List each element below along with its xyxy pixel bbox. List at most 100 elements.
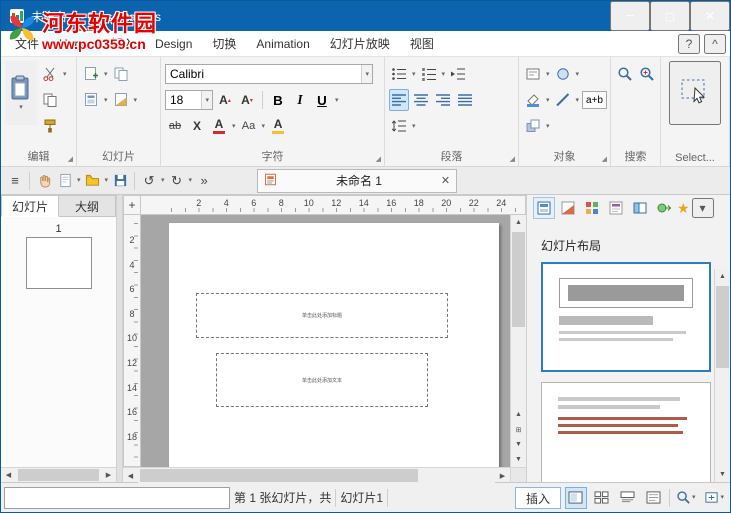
ruler-origin-box[interactable]: + — [123, 195, 141, 215]
scrollbar-thumb[interactable] — [512, 232, 525, 327]
view-sorter-button[interactable] — [591, 487, 613, 509]
paragraph-dialog-launcher[interactable]: ◢ — [510, 156, 515, 163]
font-name-input[interactable] — [166, 67, 362, 81]
shrink-font-button[interactable]: A ▾ — [237, 89, 257, 111]
menu-tab[interactable]: Design — [145, 33, 202, 55]
menu-tab[interactable]: 插入 — [101, 31, 145, 56]
vertical-ruler[interactable]: 2 4 6 8 10 12 14 16 18 — [123, 215, 141, 467]
insert-textframe-button[interactable] — [523, 63, 543, 85]
panel-horizontal-scrollbar[interactable]: ◀ ▶ — [1, 467, 116, 482]
pane-color-schemes-icon[interactable] — [581, 197, 603, 219]
change-case-dropdown[interactable]: ▾ — [261, 123, 267, 130]
horizontal-ruler[interactable]: 2 4 6 8 10 12 14 16 18 20 22 24 — [141, 195, 526, 215]
character-dialog-launcher[interactable]: ◢ — [376, 156, 381, 163]
scroll-up-button[interactable]: ▲ — [715, 269, 730, 284]
strikethrough-button[interactable]: ab — [165, 115, 185, 137]
view-notes-button[interactable] — [617, 487, 639, 509]
highlight-button[interactable]: A — [268, 115, 288, 137]
scroll-up-button[interactable]: ▲ — [511, 215, 526, 230]
next-slide-button[interactable]: ▼ — [511, 437, 526, 452]
new-slide-button[interactable] — [81, 63, 101, 85]
document-tab[interactable]: 未命名 1 ✕ — [257, 168, 458, 193]
font-size-input[interactable] — [166, 93, 202, 107]
redo-button[interactable]: ↻ — [167, 170, 187, 192]
indent-button[interactable] — [448, 63, 468, 85]
insert-shape-dropdown[interactable]: ▾ — [575, 71, 581, 78]
panel-tab[interactable]: 大纲 — [59, 195, 116, 217]
superscript-button[interactable]: X — [187, 115, 207, 137]
font-name-combo[interactable]: ▾ — [165, 64, 373, 84]
minimize-button[interactable]: ─ — [610, 1, 650, 31]
paste-button[interactable]: ▾ — [5, 61, 37, 125]
slide-layout-dropdown[interactable]: ▾ — [103, 97, 109, 104]
save-button[interactable] — [110, 170, 130, 192]
help-button[interactable]: ? — [678, 33, 700, 54]
change-case-button[interactable]: Aa — [239, 115, 259, 137]
redo-dropdown[interactable]: ▾ — [188, 177, 194, 184]
insert-shape-button[interactable] — [553, 63, 573, 85]
menu-tab[interactable]: 幻灯片放映 — [320, 31, 400, 56]
line-color-dropdown[interactable]: ▾ — [575, 97, 581, 104]
line-color-button[interactable] — [553, 89, 573, 111]
zoom-button[interactable]: ▾ — [674, 487, 699, 509]
find-button[interactable] — [615, 63, 635, 85]
maximize-button[interactable]: ▢ — [650, 1, 690, 31]
align-justify-button[interactable] — [455, 89, 475, 111]
bold-button[interactable]: B — [268, 89, 288, 111]
font-size-dropdown[interactable]: ▾ — [201, 91, 212, 109]
menu-tab[interactable]: 视图 — [400, 31, 444, 56]
scroll-right-button[interactable]: ▶ — [495, 468, 510, 483]
previous-slide-button[interactable]: ▲ — [511, 407, 526, 422]
new-slide-dropdown[interactable]: ▾ — [103, 71, 109, 78]
fill-color-button[interactable] — [523, 89, 543, 111]
autoshape-text-button[interactable]: a+b — [582, 91, 607, 109]
scrollbar-thumb[interactable] — [716, 286, 729, 369]
menu-button[interactable]: ≡ — [5, 170, 25, 192]
layout-option-title[interactable] — [541, 262, 711, 372]
font-color-button[interactable]: A — [209, 115, 229, 137]
scroll-right-button[interactable]: ▶ — [101, 468, 116, 482]
document-tab-close[interactable]: ✕ — [441, 174, 450, 187]
undo-button[interactable]: ↺ — [139, 170, 159, 192]
replace-button[interactable] — [637, 63, 657, 85]
grow-font-button[interactable]: A ▴ — [215, 89, 235, 111]
underline-dropdown[interactable]: ▾ — [334, 97, 340, 104]
favorites-star-icon[interactable]: ★ — [677, 200, 690, 217]
scrollbar-thumb[interactable] — [18, 469, 99, 481]
line-spacing-dropdown[interactable]: ▾ — [411, 123, 417, 130]
insert-mode-toggle[interactable]: 插入 — [514, 486, 561, 509]
slide-canvas[interactable]: 单击此处添加标题 单击此处添加文本 — [141, 215, 510, 467]
pane-designs-icon[interactable] — [557, 197, 579, 219]
menu-tab[interactable]: 切换 — [202, 31, 246, 56]
menu-tab[interactable]: 文件 — [5, 31, 49, 56]
format-painter-button[interactable] — [40, 115, 60, 137]
bullet-list-button[interactable] — [389, 63, 409, 85]
scroll-down-button[interactable]: ▼ — [715, 467, 730, 482]
objects-dialog-launcher[interactable]: ◢ — [602, 156, 607, 163]
insert-textframe-dropdown[interactable]: ▾ — [545, 71, 551, 78]
pane-transitions-icon[interactable] — [629, 197, 651, 219]
pane-masters-icon[interactable] — [605, 197, 627, 219]
pane-menu-dropdown[interactable]: ▾ — [691, 198, 714, 218]
toolbar-overflow-button[interactable]: » — [194, 170, 214, 192]
numbered-list-dropdown[interactable]: ▾ — [441, 71, 447, 78]
edit-dialog-launcher[interactable]: ◢ — [68, 156, 73, 163]
pane-layouts-icon[interactable] — [533, 197, 555, 219]
open-dropdown[interactable]: ▾ — [104, 177, 110, 184]
body-placeholder[interactable]: 单击此处添加文本 — [216, 353, 428, 407]
paste-dropdown[interactable]: ▾ — [18, 104, 24, 111]
arrange-dropdown[interactable]: ▾ — [545, 123, 551, 130]
cut-button[interactable] — [40, 63, 60, 85]
pan-tool-button[interactable] — [34, 170, 54, 192]
scroll-left-button[interactable]: ◀ — [123, 468, 138, 483]
collapse-ribbon-button[interactable]: ^ — [704, 33, 726, 54]
italic-button[interactable]: I — [290, 89, 310, 111]
numbered-list-button[interactable] — [419, 63, 439, 85]
copy-button[interactable] — [40, 89, 60, 111]
menu-tab[interactable]: Home — [49, 32, 102, 55]
canvas-horizontal-scrollbar[interactable]: ◀ ▶ — [123, 468, 510, 483]
underline-button[interactable]: U — [312, 89, 332, 111]
align-center-button[interactable] — [411, 89, 431, 111]
layout-option-content[interactable] — [541, 382, 711, 482]
vertical-scrollbar[interactable]: ▲ ▲ ⊞ ▼ ▼ — [510, 215, 526, 467]
